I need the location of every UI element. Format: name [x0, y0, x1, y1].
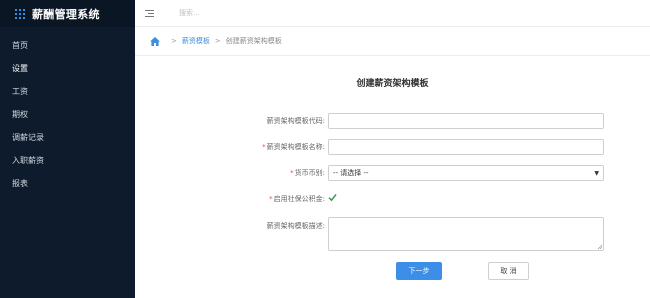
next-step-button[interactable]: 下一步: [396, 262, 442, 280]
social-security-checkbox[interactable]: [328, 193, 337, 202]
template-name-input[interactable]: [328, 139, 604, 155]
apps-grid-icon[interactable]: [15, 8, 25, 19]
topbar: [135, 0, 650, 27]
currency-select[interactable]: -- 请选择 -- ▼: [328, 165, 604, 181]
form-row-social-security: *启用社保公积金:: [135, 193, 650, 205]
breadcrumb-current: 创建薪资架构模板: [225, 37, 282, 45]
code-label: 薪资架构模板代码:: [267, 116, 325, 126]
name-label-text: 薪资架构模板名称:: [266, 143, 325, 151]
required-mark: *: [262, 143, 266, 151]
template-description-textarea[interactable]: [328, 217, 604, 251]
name-label: *薪资架构模板名称:: [262, 142, 325, 152]
sidebar-item-onboarding-salary[interactable]: 入职薪资: [0, 151, 135, 174]
currency-select-value: -- 请选择 --: [333, 169, 369, 177]
sidebar-nav: 首页 设置 工资 期权 调薪记录 入职薪资 报表: [0, 36, 135, 197]
home-icon[interactable]: [150, 36, 160, 46]
sidebar: 薪酬管理系统 首页 设置 工资 期权 调薪记录 入职薪资 报表: [0, 0, 135, 298]
sidebar-item-reports[interactable]: 报表: [0, 174, 135, 197]
code-label-text: 薪资架构模板代码:: [266, 117, 325, 125]
breadcrumb: > 薪资模板 > 创建薪资架构模板: [135, 27, 650, 56]
page-title: 创建薪资架构模板: [356, 79, 429, 89]
breadcrumb-separator: >: [171, 37, 177, 45]
app-title: 薪酬管理系统: [32, 7, 100, 21]
search-input[interactable]: [179, 9, 379, 17]
social-security-label-text: 启用社保公积金:: [273, 195, 325, 203]
resize-grip-icon[interactable]: [597, 244, 603, 250]
sidebar-item-adjustment-records[interactable]: 调薪记录: [0, 128, 135, 151]
sidebar-item-salary[interactable]: 工资: [0, 82, 135, 105]
description-label-text: 薪资架构模板描述:: [266, 222, 325, 230]
required-mark: *: [290, 169, 294, 177]
sidebar-item-home[interactable]: 首页: [0, 36, 135, 59]
form-row-currency: *货币币别: -- 请选择 -- ▼: [135, 164, 650, 182]
brand: 薪酬管理系统: [0, 0, 135, 27]
breadcrumb-link-salary-templates[interactable]: 薪资模板: [182, 36, 210, 46]
form-row-description: 薪资架构模板描述:: [135, 216, 650, 252]
cancel-button[interactable]: 取 消: [488, 262, 529, 280]
form-row-code: 薪资架构模板代码:: [135, 112, 650, 130]
currency-label-text: 货币币别:: [294, 169, 325, 177]
description-label: 薪资架构模板描述:: [267, 221, 325, 231]
dropdown-arrow-icon: ▼: [594, 169, 599, 177]
breadcrumb-separator: >: [214, 37, 221, 45]
sidebar-item-options[interactable]: 期权: [0, 105, 135, 128]
currency-label: *货币币别:: [290, 168, 325, 178]
required-mark: *: [269, 195, 273, 203]
sidebar-item-settings[interactable]: 设置: [0, 59, 135, 82]
menu-toggle-icon[interactable]: [145, 6, 159, 20]
form-row-name: *薪资架构模板名称:: [135, 138, 650, 156]
template-code-input[interactable]: [328, 113, 604, 129]
social-security-label: *启用社保公积金:: [269, 194, 325, 204]
